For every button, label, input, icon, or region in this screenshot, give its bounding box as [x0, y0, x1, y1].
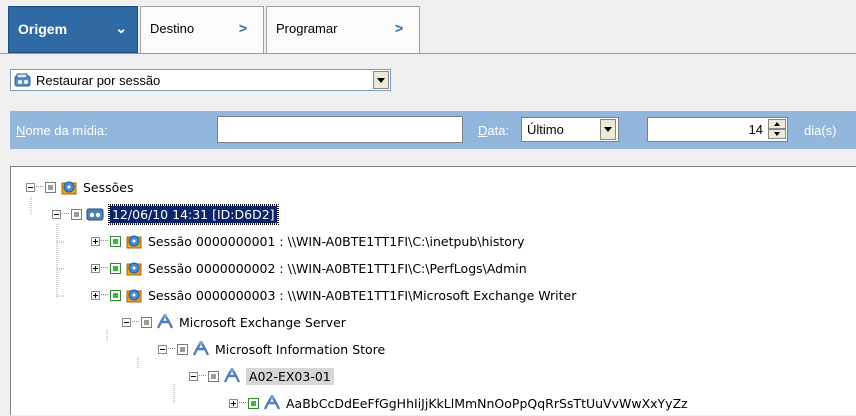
tape-icon — [86, 208, 104, 221]
tree-node-session-3[interactable]: Sessão 0000000003 : \\WIN-A0BTE1TT1FI\Mi… — [91, 284, 576, 306]
media-name-label: Nome da mídia: — [16, 123, 108, 138]
collapse-icon[interactable] — [158, 344, 167, 354]
tree-node-label: 12/06/10 14:31 [ID:D6D2] — [108, 203, 279, 225]
node-checkbox[interactable] — [45, 181, 56, 193]
node-checkbox[interactable] — [208, 370, 219, 382]
session-icon — [126, 235, 142, 249]
tree-node-label: Sessão 0000000002 : \\WIN-A0BTE1TT1FI\C:… — [148, 260, 527, 276]
tree-node-session-date[interactable]: 12/06/10 14:31 [ID:D6D2] — [52, 203, 279, 225]
tab-origem[interactable]: Origem ⌄ — [8, 6, 138, 53]
chevron-down-icon — [377, 77, 385, 83]
tree-node-label: Sessões — [83, 179, 134, 195]
days-stepper[interactable]: 14 — [647, 117, 788, 142]
exchange-icon — [192, 341, 210, 356]
spin-down-button[interactable] — [768, 129, 786, 139]
collapse-icon[interactable] — [122, 317, 131, 327]
expand-icon[interactable] — [91, 290, 100, 300]
tree-connector — [132, 321, 139, 323]
date-select[interactable]: Último — [521, 117, 619, 142]
tree-connector — [168, 348, 175, 350]
tree-node-session-1[interactable]: Sessão 0000000001 : \\WIN-A0BTE1TT1FI\C:… — [91, 230, 524, 252]
spin-up-button[interactable] — [768, 119, 786, 129]
tree-node-sessions[interactable]: Sessões — [26, 176, 134, 198]
sessions-icon — [61, 181, 77, 195]
tree-connector — [36, 186, 43, 188]
arrow-up-icon — [774, 122, 780, 126]
collapse-icon[interactable] — [189, 371, 198, 381]
tree-connector — [199, 375, 206, 377]
exchange-icon — [223, 368, 241, 383]
tree-node-mailbox-db[interactable]: AaBbCcDdEeFfGgHhIiJjKkLlMmNnOoPpQqRrSsTt… — [229, 392, 688, 414]
session-icon — [126, 289, 142, 303]
tab-programar[interactable]: Programar > — [266, 6, 420, 53]
tree-node-label: Microsoft Information Store — [215, 341, 386, 357]
expand-icon[interactable] — [91, 236, 100, 246]
tree-connector — [101, 240, 108, 242]
expand-icon[interactable] — [91, 263, 100, 273]
dropdown-button[interactable] — [600, 119, 616, 140]
tape-drive-icon — [14, 73, 31, 87]
tab-destino-label: Destino — [150, 21, 195, 36]
tab-bar: Origem ⌄ Destino > Programar > — [0, 0, 856, 54]
tree-node-session-2[interactable]: Sessão 0000000002 : \\WIN-A0BTE1TT1FI\C:… — [91, 257, 527, 279]
chevron-down-icon — [604, 127, 612, 132]
node-checkbox[interactable] — [110, 262, 121, 274]
media-name-input[interactable] — [217, 116, 463, 143]
tab-programar-label: Programar — [276, 21, 338, 36]
session-tree: Sessões 12/06/10 14:31 [ID:D6D2] Sessão … — [10, 166, 856, 415]
dropdown-button[interactable] — [373, 71, 389, 89]
tree-connector — [239, 402, 246, 404]
node-checkbox[interactable] — [141, 316, 152, 328]
node-checkbox[interactable] — [177, 343, 188, 355]
restore-mode-select[interactable]: Restaurar por sessão — [10, 69, 391, 91]
days-unit-label: dia(s) — [804, 123, 837, 138]
chevron-down-icon: ⌄ — [115, 20, 127, 36]
chevron-right-icon: > — [238, 20, 247, 36]
node-checkbox[interactable] — [71, 208, 82, 220]
tree-node-storage-group[interactable]: A02-EX03-01 — [189, 365, 334, 387]
tab-origem-label: Origem — [18, 21, 68, 37]
collapse-icon[interactable] — [26, 182, 35, 192]
tree-node-label: A02-EX03-01 — [246, 367, 334, 385]
tab-destino[interactable]: Destino > — [140, 6, 264, 53]
node-checkbox[interactable] — [248, 397, 259, 409]
restore-mode-value: Restaurar por sessão — [36, 73, 161, 88]
tree-connector — [62, 213, 69, 215]
tree-node-label: Microsoft Exchange Server — [179, 314, 346, 330]
node-checkbox[interactable] — [110, 289, 121, 301]
chevron-right-icon: > — [394, 20, 403, 36]
tree-node-label: Sessão 0000000001 : \\WIN-A0BTE1TT1FI\C:… — [148, 233, 525, 249]
date-select-value: Último — [527, 122, 564, 137]
date-label: Data: — [478, 123, 510, 138]
tree-node-exchange-server[interactable]: Microsoft Exchange Server — [122, 311, 346, 333]
tree-node-information-store[interactable]: Microsoft Information Store — [158, 338, 385, 360]
tree-node-label: Sessão 0000000003 : \\WIN-A0BTE1TT1FI\Mi… — [148, 287, 577, 303]
session-icon — [126, 262, 142, 276]
filter-bar: Nome da mídia: Data: Último 14 dia(s) — [10, 111, 856, 149]
exchange-icon — [263, 395, 281, 410]
arrow-down-icon — [774, 132, 780, 136]
tab-divider — [0, 53, 856, 54]
days-value: 14 — [748, 122, 763, 137]
collapse-icon[interactable] — [52, 209, 61, 219]
tree-connector — [101, 294, 108, 296]
node-checkbox[interactable] — [110, 235, 121, 247]
tree-node-label: AaBbCcDdEeFfGgHhIiJjKkLlMmNnOoPpQqRrSsTt… — [286, 395, 688, 411]
tree-connector — [101, 267, 108, 269]
exchange-icon — [156, 314, 174, 329]
expand-icon[interactable] — [229, 398, 238, 408]
